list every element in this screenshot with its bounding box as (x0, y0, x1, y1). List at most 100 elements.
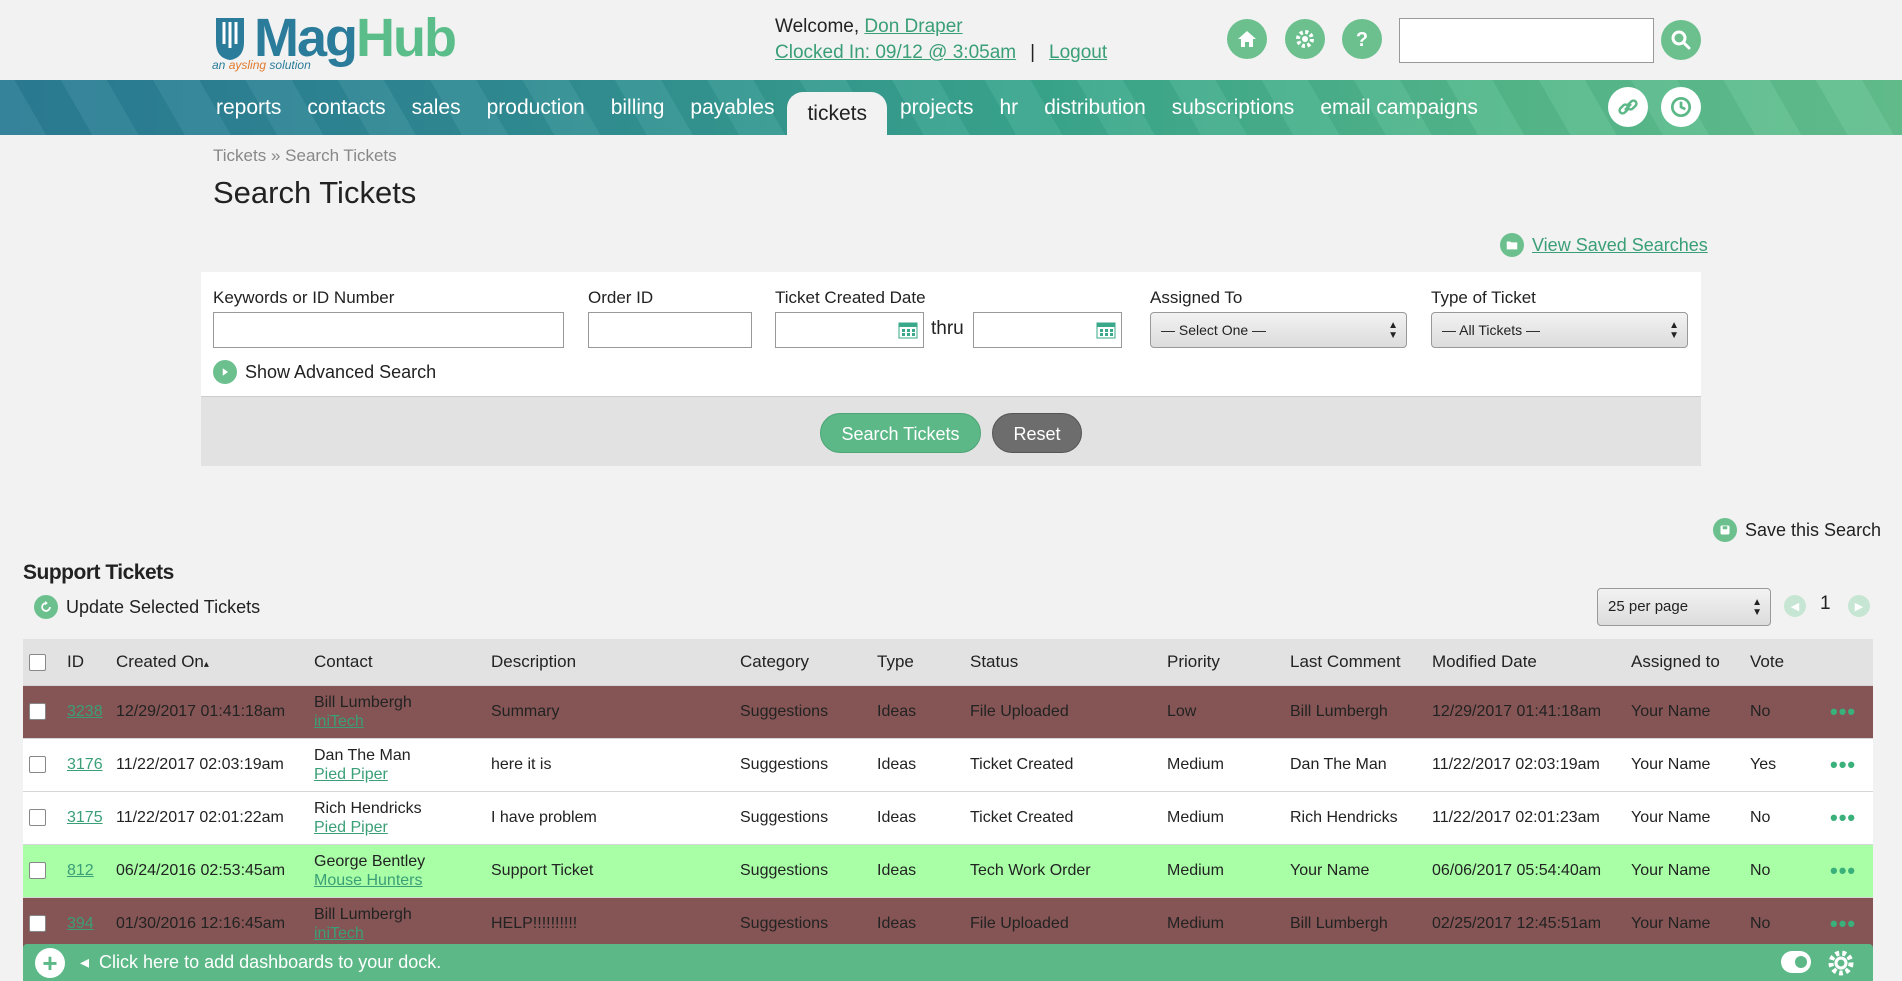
nav-item-hr[interactable]: hr (987, 80, 1032, 135)
type-of-ticket-select[interactable]: — All Tickets — ▲ ▼ (1431, 312, 1688, 348)
clocked-in-link[interactable]: Clocked In: 09/12 @ 3:05am (775, 42, 1016, 63)
col-contact[interactable]: Contact (308, 639, 485, 685)
table-row[interactable]: 3176 11/22/2017 02:03:19am Dan The Man Pied… (23, 737, 1873, 791)
more-actions-icon[interactable]: ••• (1830, 805, 1856, 830)
status-cell: Tech Work Order (964, 843, 1161, 897)
select-all-cell (23, 639, 61, 685)
search-tickets-button[interactable]: Search Tickets (820, 413, 981, 453)
assigned-to-cell: Your Name (1625, 790, 1744, 844)
col-category[interactable]: Category (734, 639, 871, 685)
update-selected-tickets[interactable]: Update Selected Tickets (34, 595, 260, 619)
nav-item-projects[interactable]: projects (887, 80, 987, 135)
company-link[interactable]: Pied Piper (314, 766, 388, 783)
prev-page-icon[interactable]: ◀ (1784, 595, 1806, 617)
view-saved-searches-link[interactable]: View Saved Searches (1532, 235, 1708, 256)
row-checkbox[interactable] (29, 702, 46, 720)
nav-item-reports[interactable]: reports (203, 80, 294, 135)
table-row[interactable]: 3175 11/22/2017 02:01:22am Rich Hendricks P… (23, 790, 1873, 844)
company-link[interactable]: iniTech (314, 713, 364, 730)
dock-text[interactable]: ◂ Click here to add dashboards to your d… (80, 952, 441, 973)
global-search-input[interactable] (1399, 18, 1654, 63)
col-assigned-to[interactable]: Assigned to (1625, 639, 1744, 685)
col-id[interactable]: ID (61, 639, 110, 685)
dashboard-dock[interactable]: + ◂ Click here to add dashboards to your… (23, 944, 1873, 981)
col-vote[interactable]: Vote (1744, 639, 1824, 685)
history-button[interactable] (1661, 87, 1701, 127)
current-page[interactable]: 1 (1820, 593, 1831, 615)
col-type[interactable]: Type (871, 639, 964, 685)
logout-link[interactable]: Logout (1049, 42, 1107, 63)
global-search-button[interactable] (1661, 20, 1701, 60)
row-checkbox[interactable] (29, 755, 46, 773)
nav-item-payables[interactable]: payables (677, 80, 787, 135)
description-cell: Summary (485, 684, 734, 738)
last-comment-cell: Dan The Man (1284, 737, 1426, 791)
type-cell: Ideas (871, 843, 964, 897)
nav-item-distribution[interactable]: distribution (1031, 80, 1159, 135)
quick-links-button[interactable] (1608, 87, 1648, 127)
nav-item-email-campaigns[interactable]: email campaigns (1307, 80, 1491, 135)
ticket-id-link[interactable]: 3175 (67, 809, 103, 826)
settings-button[interactable] (1285, 19, 1325, 59)
help-button[interactable]: ? (1342, 19, 1382, 59)
ticket-id-link[interactable]: 394 (67, 915, 94, 932)
row-checkbox[interactable] (29, 808, 46, 826)
show-advanced-search[interactable]: Show Advanced Search (213, 360, 436, 384)
col-last-comment[interactable]: Last Comment (1284, 639, 1426, 685)
type-cell: Ideas (871, 684, 964, 738)
company-link[interactable]: Mouse Hunters (314, 872, 423, 889)
user-name-link[interactable]: Don Draper (864, 16, 962, 37)
company-link[interactable]: Pied Piper (314, 819, 388, 836)
order-id-input[interactable] (588, 312, 752, 348)
table-row[interactable]: 812 06/24/2016 02:53:45am George Bentley Mo… (23, 843, 1873, 897)
col-modified-date[interactable]: Modified Date (1426, 639, 1625, 685)
reset-button[interactable]: Reset (992, 413, 1082, 453)
col-priority[interactable]: Priority (1161, 639, 1284, 685)
ticket-id-link[interactable]: 812 (67, 862, 94, 879)
nav-item-billing[interactable]: billing (598, 80, 678, 135)
modified-date-cell: 11/22/2017 02:03:19am (1426, 737, 1625, 791)
table-row[interactable]: 3238 12/29/2017 01:41:18am Bill Lumbergh in… (23, 684, 1873, 738)
more-actions-icon[interactable]: ••• (1830, 858, 1856, 883)
calendar-icon[interactable] (1096, 321, 1116, 339)
save-icon (1713, 518, 1737, 542)
keywords-input[interactable] (213, 312, 564, 348)
more-actions-icon[interactable]: ••• (1830, 752, 1856, 777)
col-description[interactable]: Description (485, 639, 734, 685)
col-created-on[interactable]: Created On▴ (110, 639, 308, 685)
nav-item-subscriptions[interactable]: subscriptions (1159, 80, 1308, 135)
company-link[interactable]: iniTech (314, 925, 364, 942)
gear-icon[interactable] (1826, 948, 1856, 978)
more-actions-icon[interactable]: ••• (1830, 911, 1856, 936)
nav-item-sales[interactable]: sales (399, 80, 474, 135)
nav-item-tickets[interactable]: tickets (787, 92, 887, 135)
calendar-icon[interactable] (898, 321, 918, 339)
more-actions-icon[interactable]: ••• (1830, 699, 1856, 724)
ticket-id-link[interactable]: 3238 (67, 703, 103, 720)
play-icon (213, 360, 237, 384)
created-on-cell: 11/22/2017 02:01:22am (110, 790, 308, 844)
ticket-id-link[interactable]: 3176 (67, 756, 103, 773)
maghub-logo[interactable]: MagHub an aysling solution (210, 10, 457, 74)
welcome-block: Welcome, Don Draper Clocked In: 09/12 @ … (775, 14, 1107, 66)
row-checkbox[interactable] (29, 915, 46, 933)
select-all-checkbox[interactable] (29, 653, 46, 671)
add-dashboard-icon[interactable]: + (35, 948, 65, 978)
nav-item-contacts[interactable]: contacts (294, 80, 398, 135)
home-button[interactable] (1227, 19, 1267, 59)
breadcrumb-parent[interactable]: Tickets (213, 146, 266, 165)
next-page-icon[interactable]: ▶ (1848, 595, 1870, 617)
assigned-to-select[interactable]: — Select One — ▲ ▼ (1150, 312, 1407, 348)
row-checkbox[interactable] (29, 861, 46, 879)
modified-date-cell: 12/29/2017 01:41:18am (1426, 684, 1625, 738)
priority-cell: Medium (1161, 737, 1284, 791)
dock-toggle-icon[interactable] (1781, 951, 1811, 973)
per-page-select[interactable]: 25 per page ▲ ▼ (1597, 588, 1771, 626)
save-this-search[interactable]: Save this Search (1713, 518, 1881, 542)
view-saved-searches[interactable]: View Saved Searches (1500, 233, 1708, 257)
table-row[interactable]: 394 01/30/2016 12:16:45am Bill Lumbergh ini… (23, 896, 1873, 950)
col-status[interactable]: Status (964, 639, 1161, 685)
select-arrows-icon: ▲ ▼ (1752, 597, 1762, 618)
nav-item-production[interactable]: production (474, 80, 598, 135)
contact-cell: Rich Hendricks Pied Piper (308, 790, 485, 844)
